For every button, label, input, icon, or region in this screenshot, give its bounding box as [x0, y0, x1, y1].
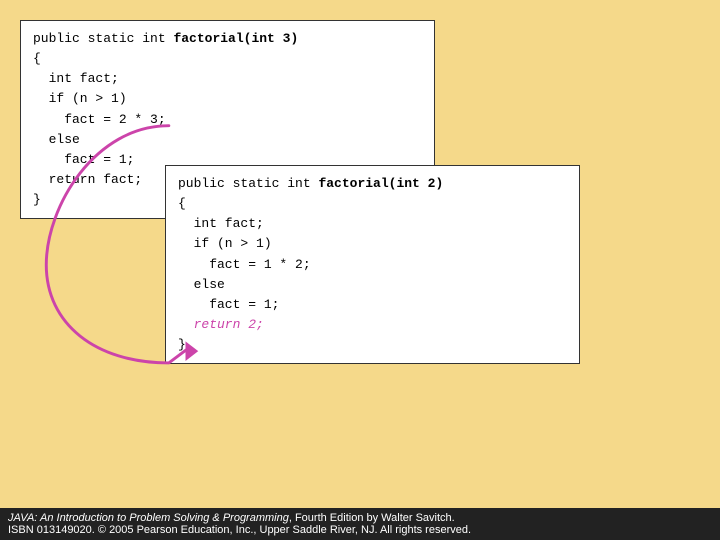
footer: JAVA: An Introduction to Problem Solving… — [0, 508, 720, 540]
code-line: { — [178, 194, 567, 214]
code-line: int fact; — [178, 214, 567, 234]
code-box-2: public static int factorial(int 2) { int… — [165, 165, 580, 364]
code-line: fact = 1 * 2; — [178, 255, 567, 275]
footer-line2: ISBN 013149020. © 2005 Pearson Education… — [8, 524, 712, 536]
code-line: if (n > 1) — [33, 89, 422, 109]
code-line: int fact; — [33, 69, 422, 89]
code-line: else — [178, 275, 567, 295]
code-line: fact = 2 * 3; — [33, 110, 422, 130]
code-line: { — [33, 49, 422, 69]
code-line-highlighted: return 2; — [178, 315, 567, 335]
code-line: else — [33, 130, 422, 150]
code-line: } — [178, 335, 567, 355]
code-line: if (n > 1) — [178, 234, 567, 254]
code-line: public static int factorial(int 3) — [33, 29, 422, 49]
footer-line1: JAVA: An Introduction to Problem Solving… — [8, 512, 712, 524]
code-line: fact = 1; — [178, 295, 567, 315]
code-line: public static int factorial(int 2) — [178, 174, 567, 194]
main-container: public static int factorial(int 3) { int… — [10, 10, 710, 510]
